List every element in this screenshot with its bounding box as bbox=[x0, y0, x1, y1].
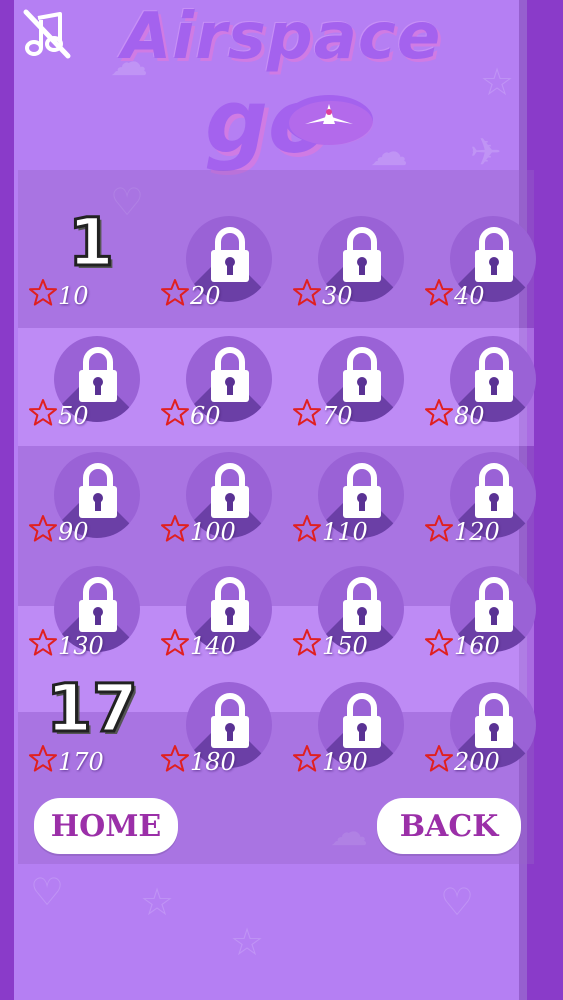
padlock-icon bbox=[342, 692, 382, 750]
star-outline-icon bbox=[424, 398, 454, 428]
star-outline-icon bbox=[424, 514, 454, 544]
level-star-requirement: 70 bbox=[322, 402, 353, 430]
padlock-icon bbox=[342, 576, 382, 634]
level-star-requirement: 140 bbox=[190, 632, 236, 660]
star-outline-icon bbox=[28, 744, 58, 774]
level-button-locked[interactable]: 60 bbox=[160, 330, 272, 440]
star-outline-icon bbox=[424, 628, 454, 658]
level-star-requirement: 80 bbox=[454, 402, 485, 430]
star-outline-icon bbox=[160, 398, 190, 428]
padlock-icon bbox=[474, 462, 514, 520]
padlock-icon bbox=[342, 346, 382, 404]
padlock-icon bbox=[342, 226, 382, 284]
home-button[interactable]: HOME bbox=[34, 798, 178, 854]
back-button[interactable]: BACK bbox=[377, 798, 521, 854]
star-outline-icon bbox=[28, 514, 58, 544]
level-button-locked[interactable]: 100 bbox=[160, 446, 272, 556]
padlock-icon bbox=[78, 462, 118, 520]
background-star-doodle: ☆ bbox=[140, 880, 175, 924]
padlock-icon bbox=[474, 576, 514, 634]
padlock-icon bbox=[210, 346, 250, 404]
level-button-locked[interactable]: 120 bbox=[424, 446, 536, 556]
level-star-requirement: 20 bbox=[190, 282, 221, 310]
level-button-locked[interactable]: 40 bbox=[424, 210, 536, 320]
level-button-locked[interactable]: 180 bbox=[160, 676, 272, 786]
background-plane-doodle: ✈ bbox=[470, 130, 502, 174]
level-star-requirement: 170 bbox=[58, 748, 104, 776]
level-number: 17 bbox=[45, 669, 140, 749]
padlock-icon bbox=[78, 346, 118, 404]
game-title-go: go bbox=[205, 70, 385, 173]
padlock-icon bbox=[210, 462, 250, 520]
star-outline-icon bbox=[424, 278, 454, 308]
level-number: 1 bbox=[67, 203, 116, 283]
level-button-locked[interactable]: 20 bbox=[160, 210, 272, 320]
level-star-requirement: 200 bbox=[454, 748, 500, 776]
padlock-icon bbox=[210, 692, 250, 750]
level-button-locked[interactable]: 150 bbox=[292, 560, 404, 670]
level-star-requirement: 150 bbox=[322, 632, 368, 660]
padlock-icon bbox=[210, 226, 250, 284]
padlock-icon bbox=[342, 462, 382, 520]
level-button-locked[interactable]: 140 bbox=[160, 560, 272, 670]
star-outline-icon bbox=[160, 744, 190, 774]
level-star-requirement: 30 bbox=[322, 282, 353, 310]
level-button[interactable]: 1 10 bbox=[28, 203, 138, 320]
game-title: Airspace bbox=[121, 0, 442, 74]
background-heart-doodle: ♡ bbox=[440, 880, 475, 924]
level-button-locked[interactable]: 30 bbox=[292, 210, 404, 320]
level-star-requirement: 120 bbox=[454, 518, 500, 546]
padlock-icon bbox=[474, 692, 514, 750]
star-outline-icon bbox=[424, 744, 454, 774]
padlock-icon bbox=[474, 226, 514, 284]
level-button-locked[interactable]: 80 bbox=[424, 330, 536, 440]
level-button-locked[interactable]: 130 bbox=[28, 560, 140, 670]
padlock-icon bbox=[474, 346, 514, 404]
star-outline-icon bbox=[28, 278, 58, 308]
level-star-requirement: 160 bbox=[454, 632, 500, 660]
level-button-locked[interactable]: 160 bbox=[424, 560, 536, 670]
level-button[interactable]: 17 170 bbox=[28, 669, 139, 786]
level-star-requirement: 90 bbox=[58, 518, 89, 546]
background-star-doodle: ☆ bbox=[230, 920, 265, 964]
plane-icon bbox=[285, 95, 373, 145]
level-button-locked[interactable]: 110 bbox=[292, 446, 404, 556]
star-outline-icon bbox=[28, 398, 58, 428]
level-button-locked[interactable]: 50 bbox=[28, 330, 140, 440]
padlock-icon bbox=[78, 576, 118, 634]
level-button-locked[interactable]: 190 bbox=[292, 676, 404, 786]
level-button-locked[interactable]: 70 bbox=[292, 330, 404, 440]
level-star-requirement: 190 bbox=[322, 748, 368, 776]
padlock-icon bbox=[210, 576, 250, 634]
level-star-requirement: 50 bbox=[58, 402, 89, 430]
star-outline-icon bbox=[292, 744, 322, 774]
star-outline-icon bbox=[292, 278, 322, 308]
level-star-requirement: 10 bbox=[58, 282, 89, 310]
level-star-requirement: 110 bbox=[322, 518, 368, 546]
left-frame bbox=[0, 0, 14, 1000]
level-star-requirement: 100 bbox=[190, 518, 236, 546]
star-outline-icon bbox=[160, 628, 190, 658]
star-outline-icon bbox=[160, 514, 190, 544]
level-button-locked[interactable]: 200 bbox=[424, 676, 536, 786]
star-outline-icon bbox=[28, 628, 58, 658]
level-star-requirement: 180 bbox=[190, 748, 236, 776]
level-star-requirement: 60 bbox=[190, 402, 221, 430]
background-heart-doodle: ♡ bbox=[30, 870, 65, 914]
star-outline-icon bbox=[160, 278, 190, 308]
level-star-requirement: 130 bbox=[58, 632, 104, 660]
star-outline-icon bbox=[292, 628, 322, 658]
star-outline-icon bbox=[292, 514, 322, 544]
level-star-requirement: 40 bbox=[454, 282, 485, 310]
star-outline-icon bbox=[292, 398, 322, 428]
level-button-locked[interactable]: 90 bbox=[28, 446, 140, 556]
